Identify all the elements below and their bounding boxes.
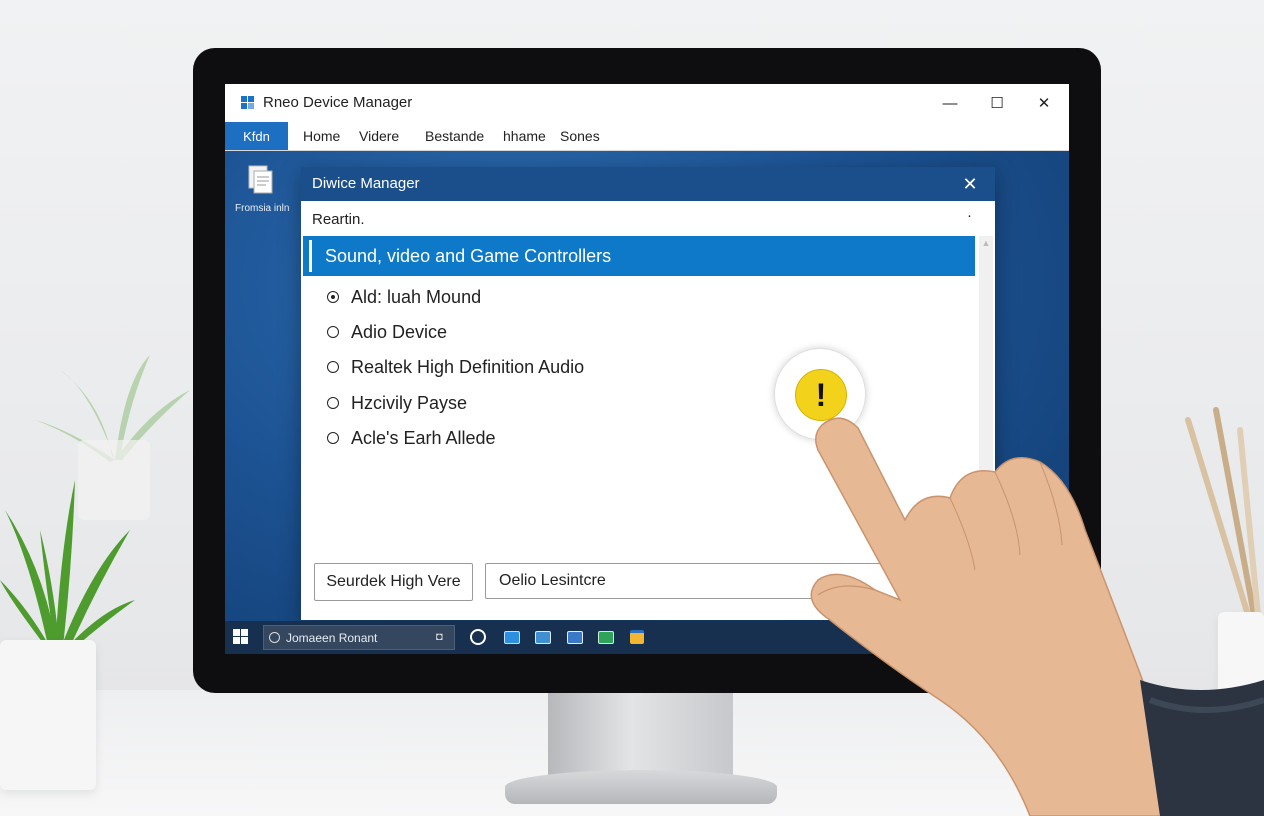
device-label: Hzcivily Payse — [351, 393, 468, 413]
excel-icon[interactable] — [595, 626, 617, 648]
maximize-button[interactable]: ☐ — [977, 88, 1017, 118]
device-action-button[interactable]: Seurdek High Vere — [314, 563, 473, 601]
dialog-titlebar: Diwice Manager ✕ — [301, 167, 995, 201]
close-button[interactable]: ✕ — [1024, 88, 1064, 118]
microphone-icon[interactable]: ◘ — [436, 631, 443, 643]
window-title: Rneo Device Manager — [263, 94, 413, 111]
plant — [0, 480, 135, 657]
plant-pot — [0, 640, 96, 790]
desktop-icon-label: Fromsia inln — [235, 203, 290, 214]
menu-item-videre[interactable]: Videre — [359, 128, 399, 144]
device-item[interactable]: Realtek High Definition Audio — [301, 353, 821, 383]
search-icon — [269, 632, 280, 643]
menu-item-sones[interactable]: Sones — [560, 128, 600, 144]
dialog-title: Diwice Manager — [312, 175, 420, 192]
edge-icon[interactable] — [467, 626, 489, 648]
radio-icon[interactable] — [327, 326, 339, 338]
minimize-button[interactable]: — — [930, 88, 970, 118]
menu-item-hhame[interactable]: hhame — [503, 128, 546, 144]
device-item[interactable]: Adio Device — [301, 318, 821, 348]
category-label: Sound, video and Game Controllers — [325, 246, 612, 266]
mail-icon[interactable] — [501, 626, 523, 648]
radio-icon[interactable] — [327, 432, 339, 444]
explorer-icon[interactable] — [626, 626, 648, 648]
scroll-up-icon[interactable]: ▲ — [979, 238, 993, 250]
dialog-more-dot: · — [967, 207, 972, 224]
app-icon — [241, 96, 255, 110]
taskbar-search[interactable]: Jomaeen Ronant ◘ — [263, 625, 455, 650]
document-icon[interactable] — [247, 164, 273, 194]
window-titlebar: Rneo Device Manager — ☐ ✕ — [225, 84, 1069, 122]
taskbar-search-text: Jomaeen Ronant — [286, 631, 378, 645]
radio-selected-icon[interactable] — [327, 291, 339, 303]
menu-item-bestande[interactable]: Bestande — [425, 128, 484, 144]
photos-icon[interactable] — [532, 626, 554, 648]
dialog-close-button[interactable]: ✕ — [955, 170, 985, 198]
menu-active-tab[interactable]: Kfdn — [225, 122, 288, 150]
hand — [810, 417, 1264, 816]
dialog-search-text[interactable]: Reartin. — [312, 211, 365, 228]
radio-icon[interactable] — [327, 361, 339, 373]
device-label: Realtek High Definition Audio — [351, 357, 585, 377]
windows-start-icon[interactable] — [233, 629, 249, 645]
menu-bar: Kfdn Home Videre Bestande hhame Sones — [225, 122, 1069, 151]
radio-icon[interactable] — [327, 397, 339, 409]
category-sound-video-game[interactable]: Sound, video and Game Controllers — [303, 236, 975, 276]
device-label: Ald: luah Mound — [351, 287, 482, 307]
category-marker — [309, 240, 312, 272]
device-item[interactable]: Ald: luah Mound — [301, 283, 821, 313]
store-icon[interactable] — [564, 626, 586, 648]
menu-item-home[interactable]: Home — [303, 128, 340, 144]
device-label: Adio Device — [351, 322, 448, 342]
device-label: Acle's Earh Allede — [351, 428, 496, 448]
